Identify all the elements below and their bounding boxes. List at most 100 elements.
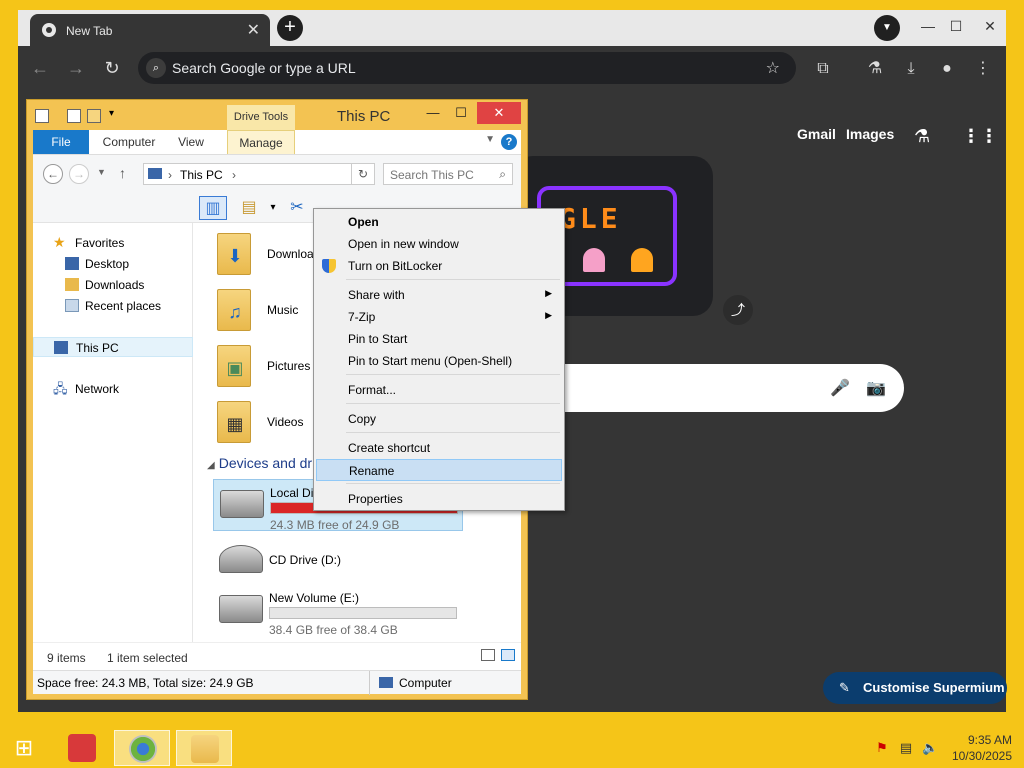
back-button[interactable]: ←	[43, 164, 63, 184]
maximize-button[interactable]: ☐	[946, 16, 966, 36]
gmail-link[interactable]: Gmail	[797, 126, 836, 142]
menu-icon[interactable]: ⋮	[972, 58, 994, 80]
submenu-arrow-icon: ▶	[545, 288, 552, 298]
drive-item-new-volume-e[interactable]: New Volume (E:) 38.4 GB free of 38.4 GB	[213, 585, 463, 637]
camera-icon[interactable]: 📷	[866, 378, 886, 398]
up-arrow-icon[interactable]: ↑	[119, 165, 126, 181]
menu-item-pin-to-start[interactable]: Pin to Start	[316, 328, 562, 350]
new-tab-button[interactable]: +	[277, 15, 303, 41]
drive-tools-label: Drive Tools	[227, 105, 295, 130]
extensions-icon[interactable]: ⧉	[812, 58, 834, 80]
menu-item-label: Turn on BitLocker	[348, 259, 443, 273]
ntp-search-box[interactable]: 🎤 📷	[538, 364, 904, 412]
pc-icon[interactable]	[35, 109, 49, 123]
chevron-right-icon[interactable]: ›	[232, 168, 236, 182]
customise-button[interactable]: ✎ Customise Supermium	[823, 672, 1007, 704]
close-window-button[interactable]: ✕	[980, 16, 1000, 36]
location-label: Computer	[399, 676, 452, 690]
bookmark-star-icon[interactable]: ☆	[766, 58, 780, 78]
menu-item-properties[interactable]: Properties	[316, 488, 562, 510]
taskbar-app-browser[interactable]	[114, 730, 170, 766]
forward-icon[interactable]: →	[66, 58, 86, 78]
labs-icon[interactable]: ⚗	[864, 58, 886, 80]
menu-separator	[346, 483, 560, 484]
menu-item-create-shortcut[interactable]: Create shortcut	[316, 437, 562, 459]
nav-item-desktop[interactable]: Desktop	[33, 254, 193, 274]
new-folder-icon[interactable]	[87, 109, 101, 123]
nav-item-network[interactable]: 🖧 Network	[33, 379, 193, 399]
network-icon[interactable]: ▤	[898, 740, 914, 756]
tab-file[interactable]: File	[33, 130, 89, 154]
network-icon: 🖧	[53, 381, 68, 396]
chevron-right-icon[interactable]: ›	[168, 168, 172, 182]
recent-dropdown-icon[interactable]: ▼	[97, 167, 106, 177]
close-button[interactable]: ✕	[477, 102, 521, 124]
address-bar[interactable]: › This PC › ▼	[143, 163, 373, 185]
menu-item-copy[interactable]: Copy	[316, 408, 562, 430]
back-icon[interactable]: ←	[30, 58, 50, 78]
menu-item-bitlocker[interactable]: Turn on BitLocker	[316, 255, 562, 277]
tiles-view-icon[interactable]	[501, 649, 515, 661]
drive-item-cd-drive-d[interactable]: CD Drive (D:)	[213, 535, 463, 587]
menu-item-open[interactable]: Open	[316, 211, 562, 233]
minimize-button[interactable]: —	[918, 16, 938, 36]
browser-app-icon	[129, 735, 157, 763]
submenu-arrow-icon: ▶	[545, 310, 552, 320]
nav-item-favorites[interactable]: ★ Favorites	[33, 233, 193, 253]
window-title: This PC	[337, 108, 391, 125]
drive-usage-bar	[269, 607, 457, 619]
apps-grid-icon[interactable]: ⋮⋮	[962, 126, 998, 147]
clock-date: 10/30/2025	[951, 749, 1012, 763]
cut-icon[interactable]: ✂	[283, 196, 311, 220]
explorer-titlebar[interactable]: ▾ Drive Tools This PC — ☐ ✕	[27, 100, 527, 130]
nav-item-downloads[interactable]: Downloads	[33, 275, 193, 295]
help-icon[interactable]: ?	[501, 134, 517, 150]
menu-item-format[interactable]: Format...	[316, 379, 562, 401]
nav-item-recent-places[interactable]: Recent places	[33, 296, 193, 316]
share-icon[interactable]: ⤴	[723, 295, 753, 325]
forward-button[interactable]: →	[69, 164, 89, 184]
drive-label: New Volume (E:)	[269, 591, 360, 605]
omnibox[interactable]: ⌕ Search Google or type a URL ☆	[138, 52, 796, 84]
tab-manage[interactable]: Manage	[227, 130, 295, 154]
tab-new-tab[interactable]: New Tab ✕	[30, 14, 270, 48]
taskbar-app-explorer[interactable]	[176, 730, 232, 766]
images-link[interactable]: Images	[846, 126, 894, 142]
chevron-down-icon[interactable]: ▼	[485, 134, 495, 145]
search-input[interactable]: Search This PC ⌕	[383, 163, 513, 185]
flag-icon[interactable]: ⚑	[874, 740, 890, 756]
tab-search-button[interactable]: ▼	[874, 15, 900, 41]
refresh-button[interactable]: ↻	[351, 163, 375, 185]
labs-icon[interactable]: ⚗	[914, 126, 930, 147]
clock[interactable]: 9:35 AM 10/30/2025	[952, 732, 1012, 764]
divider	[369, 671, 370, 695]
windows-start-icon[interactable]: ⊞	[10, 736, 38, 760]
tab-computer[interactable]: Computer	[97, 130, 161, 154]
properties-icon[interactable]	[67, 109, 81, 123]
taskbar-app-winrar[interactable]	[54, 730, 110, 766]
reload-icon[interactable]: ↻	[102, 58, 122, 78]
menu-item-share-with[interactable]: Share with ▶	[316, 284, 562, 306]
download-icon[interactable]: ⤓	[900, 58, 922, 80]
close-icon[interactable]: ✕	[247, 20, 260, 40]
maximize-button[interactable]: ☐	[447, 102, 475, 124]
details-view-icon[interactable]	[481, 649, 495, 661]
taskbar: ⊞ ⚑ ▤ 🔈 9:35 AM 10/30/2025	[0, 728, 1024, 768]
chrome-icon	[42, 23, 56, 37]
menu-item-rename[interactable]: Rename	[316, 459, 562, 481]
microphone-icon[interactable]: 🎤	[830, 378, 850, 398]
volume-icon[interactable]: 🔈	[922, 740, 938, 756]
menu-item-label: Properties	[348, 492, 403, 506]
menu-item-open-new-window[interactable]: Open in new window	[316, 233, 562, 255]
folder-label: Music	[267, 303, 299, 317]
tab-view[interactable]: View	[169, 130, 213, 154]
minimize-button[interactable]: —	[419, 102, 447, 124]
address-text[interactable]: This PC	[180, 168, 223, 182]
menu-item-pin-to-start-openshell[interactable]: Pin to Start menu (Open-Shell)	[316, 350, 562, 372]
space-info: Space free: 24.3 MB, Total size: 24.9 GB	[37, 676, 254, 690]
view-pane-icon[interactable]: ▥	[199, 196, 227, 220]
profile-icon[interactable]: ●	[936, 58, 958, 80]
qat-dropdown-icon[interactable]: ▾	[109, 108, 114, 119]
menu-item-7zip[interactable]: 7-Zip ▶	[316, 306, 562, 328]
nav-item-this-pc[interactable]: This PC	[33, 337, 193, 357]
